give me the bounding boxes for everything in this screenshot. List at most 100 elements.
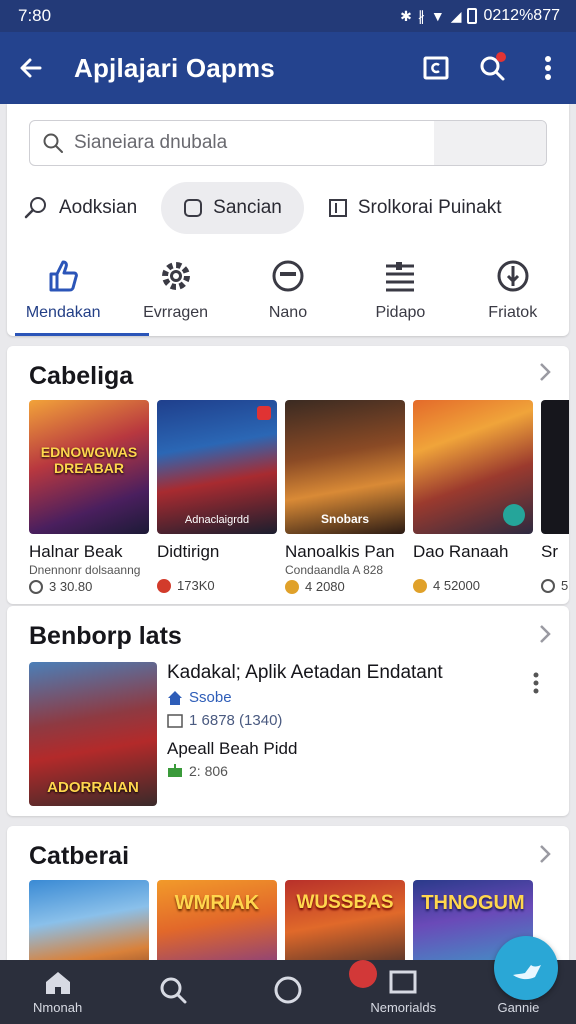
rating-box-icon	[167, 713, 183, 728]
game-card[interactable]: Snobars Nanoalkis Pan Condaandla A 828 4…	[285, 400, 405, 594]
games-fab-button[interactable]	[494, 936, 558, 1000]
featured-info: Kadakal; Aplik Aetadan Endatant Ssobe 1 …	[167, 662, 527, 779]
minus-circle-icon	[272, 260, 304, 292]
chip-selected[interactable]: Sancian	[161, 182, 304, 234]
featured-title[interactable]: Kadakal; Aplik Aetadan Endatant	[167, 662, 527, 683]
tab-nano[interactable]: Nano	[232, 254, 344, 336]
developer-icon	[168, 690, 182, 705]
game-card[interactable]: Adnaclaigrdd Didtirign 173K0	[157, 400, 277, 594]
rating-icon	[29, 579, 43, 594]
game-card[interactable]: EDNOWGWAS DREABAR Halnar Beak Dnennonr d…	[29, 400, 149, 594]
game-name: Dao Ranaah	[413, 542, 509, 561]
game-rating: 3 30.80	[49, 579, 93, 594]
app-bar: Apjlajari Oapms	[0, 32, 576, 104]
rating-icon	[285, 579, 299, 594]
cast-button[interactable]	[408, 32, 464, 104]
featured-downloads: 2: 806	[189, 763, 228, 779]
search-input[interactable]: Sianeiara dnubala	[29, 120, 547, 166]
chip-search[interactable]: Aodksian	[7, 182, 153, 234]
featured-downloads-row: 2: 806	[167, 763, 527, 779]
rating-icon	[541, 578, 555, 593]
search-placeholder: Sianeiara dnubala	[74, 132, 228, 153]
top-card: Sianeiara dnubala Aodksian Sancian Srolk…	[7, 104, 569, 336]
game-name: Nanoalkis Pan	[285, 542, 395, 561]
square-icon	[389, 970, 417, 993]
tab-friatok[interactable]: Friatok	[457, 254, 569, 336]
tab-label: Nano	[268, 304, 308, 321]
featured-more-button[interactable]	[533, 672, 539, 700]
nav-home-circle[interactable]	[230, 960, 345, 1024]
tab-mendakan[interactable]: Mendakan	[7, 254, 150, 336]
game-rating: 5	[561, 578, 569, 593]
section-cabeliga: Cabeliga EDNOWGWAS DREABAR Halnar Beak D…	[7, 346, 569, 604]
app-badge-icon	[503, 504, 525, 526]
featured-developer[interactable]: Ssobe	[189, 689, 232, 706]
nav-label: Nmonah	[33, 999, 83, 1015]
search-field-shade	[434, 121, 546, 165]
bluetooth-icon: ✱	[400, 7, 412, 24]
featured-thumbnail[interactable]: ADORRAIAN	[29, 662, 157, 806]
game-thumbnail: EDNOWGWAS DREABAR	[29, 400, 149, 534]
thumb-title: WMRIAK	[174, 892, 260, 914]
featured-subtitle: Apeall Beah Pidd	[167, 739, 298, 758]
game-meta: 173K0	[157, 578, 277, 593]
featured-rating-row: 1 6878 (1340)	[167, 712, 527, 729]
search-button[interactable]	[464, 32, 520, 104]
more-vert-icon	[545, 56, 551, 80]
compass-icon	[497, 260, 529, 292]
featured-developer-row: Ssobe	[167, 689, 527, 706]
game-meta: 3 30.80	[29, 579, 149, 594]
section-more-button[interactable]	[539, 844, 551, 870]
search-icon	[24, 197, 46, 219]
chip-label: Aodksian	[59, 197, 138, 218]
tab-evrragen[interactable]: Evrragen	[119, 254, 231, 336]
status-time: 7:80	[18, 6, 52, 25]
thumb-title: WUSSBAS	[296, 892, 394, 913]
section-catberai: Catberai WMRIAK WUSSBAS THNOGUM	[7, 826, 569, 976]
game-card[interactable]: Sr 5	[541, 400, 569, 594]
nav-recents[interactable]: Nemorialds	[346, 960, 461, 1024]
game-name: Halnar Beak	[29, 542, 123, 561]
games-icon	[513, 965, 541, 980]
category-tabs: Mendakan Evrragen Nano Pidapo Friatok	[7, 254, 569, 336]
game-card[interactable]: Dao Ranaah 4 52000	[413, 400, 533, 594]
more-menu-button[interactable]	[520, 32, 576, 104]
featured-rating: 1 6878 (1340)	[189, 712, 283, 729]
section-more-button[interactable]	[539, 624, 551, 650]
filter-chips: Aodksian Sancian Srolkorai Puinakt	[7, 182, 569, 234]
chevron-right-icon	[540, 363, 551, 381]
game-thumbnail	[541, 400, 569, 534]
nav-search[interactable]	[115, 960, 230, 1024]
nav-label: Gannie	[497, 999, 540, 1015]
circle-icon	[274, 976, 302, 1004]
thumb-title: Snobars	[320, 512, 369, 526]
section-title: Catberai	[29, 842, 130, 870]
back-button[interactable]	[0, 32, 62, 104]
chip-label: Sancian	[213, 197, 282, 218]
chevron-right-icon	[540, 845, 551, 863]
game-name: Didtirign	[157, 542, 220, 561]
rating-icon	[413, 578, 427, 593]
game-meta: 4 2080	[285, 579, 405, 594]
section-benborp: Benborp lats ADORRAIAN Kadakal; Aplik Ae…	[7, 606, 569, 816]
section-title: Benborp lats	[29, 622, 182, 650]
game-rating: 173K0	[177, 578, 215, 593]
home-icon	[45, 971, 70, 994]
cast-icon	[423, 56, 449, 80]
game-thumbnail: Snobars	[285, 400, 405, 534]
vibrate-icon: ∦	[417, 7, 425, 24]
section-more-button[interactable]	[539, 362, 551, 388]
wifi-icon: ▼	[430, 8, 445, 24]
square-icon	[184, 199, 203, 217]
bottom-nav: Nmonah Nemorialds Gannie	[0, 960, 576, 1024]
thumb-title: Adnaclaigrdd	[184, 514, 250, 526]
chevron-right-icon	[540, 625, 551, 643]
tab-pidapo[interactable]: Pidapo	[344, 254, 456, 336]
game-thumbnail: Adnaclaigrdd	[157, 400, 277, 534]
nav-home[interactable]: Nmonah	[0, 960, 115, 1024]
chip-sort[interactable]: Srolkorai Puinakt	[312, 182, 518, 234]
game-meta: 4 52000	[413, 578, 533, 593]
notification-badge	[348, 960, 377, 988]
app-title: Apjlajari Oapms	[74, 52, 275, 83]
thumb-title: EDNOWGWAS DREABAR	[40, 444, 138, 476]
